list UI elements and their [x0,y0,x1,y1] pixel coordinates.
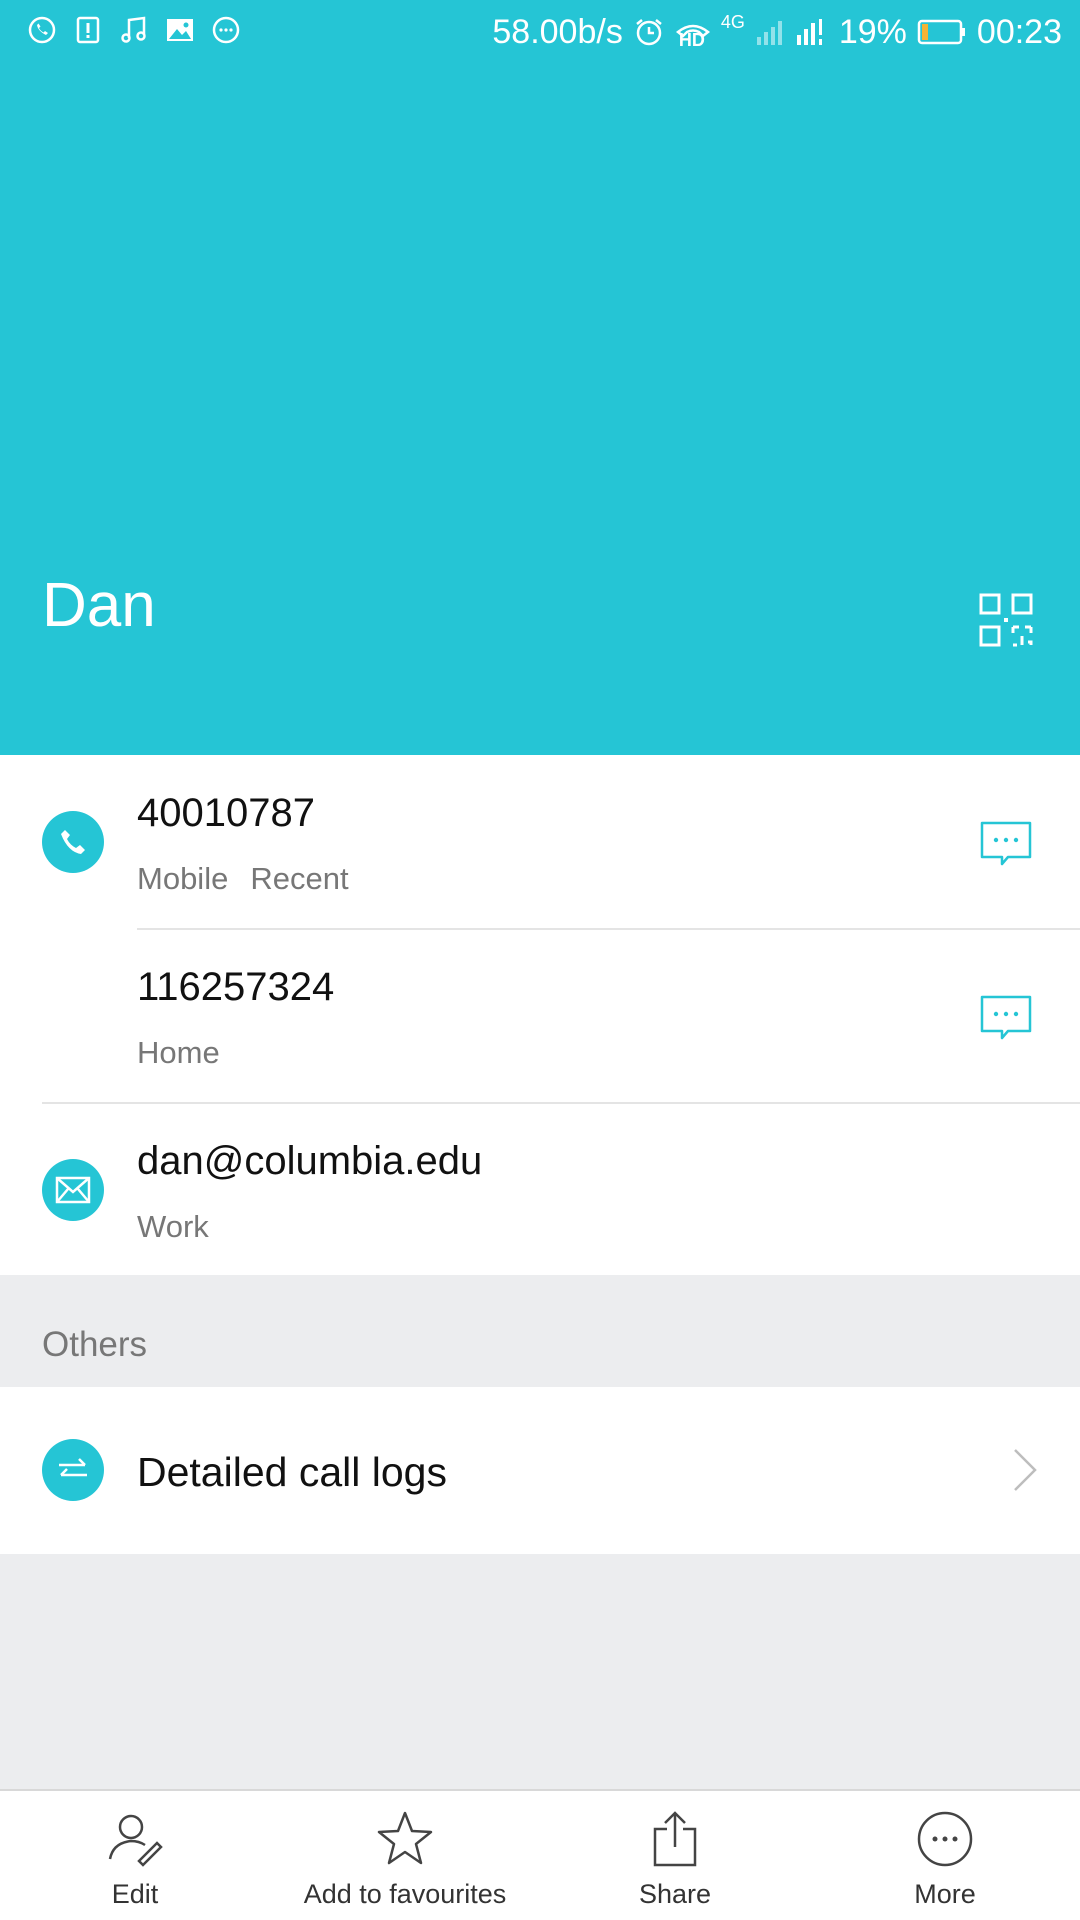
network-type: 4G [720,12,745,32]
clock: 00:23 [976,12,1062,51]
phone-icon [42,811,104,873]
share-icon [653,1811,697,1867]
section-title-others: Others [42,1325,148,1364]
bottom-action-bar: Edit Add to favourites Share More [0,1789,1080,1920]
phone-type: Home [137,1035,220,1070]
system-indicators: 58.00b/s HD 4G 19% 00:23 [492,10,1062,54]
phone-meta: Mobile Recent [137,861,349,897]
hd-label: HD [678,30,705,50]
whatsapp-icon [28,16,56,44]
more-button[interactable]: More [810,1791,1080,1920]
email-type: Work [137,1209,209,1244]
signal-sim1-icon [756,21,782,45]
phone-number: 116257324 [137,965,335,1009]
message-icon[interactable] [978,817,1034,873]
call-logs-icon [42,1439,104,1501]
phone-number: 40010787 [137,791,315,835]
alarm-icon [636,19,662,46]
more-notifications-icon [212,16,240,44]
signal-sim2-icon [796,19,822,45]
status-bar: 58.00b/s HD 4G 19% 00:23 [0,0,1080,64]
notification-icons [26,14,242,46]
edit-contact-icon [108,1814,163,1867]
alert-icon [76,16,100,44]
contact-header: 58.00b/s HD 4G 19% 00:23 Dan [0,0,1080,755]
more-label: More [914,1879,976,1909]
recent-tag: Recent [250,861,349,896]
phone-type: Mobile [137,861,229,896]
phone-row-mobile[interactable]: 40010787 Mobile Recent [0,755,1080,929]
email-row[interactable]: dan@columbia.edu Work [0,1103,1080,1277]
phone-row-home[interactable]: 116257324 Home [0,929,1080,1103]
battery-icon [917,19,965,45]
music-icon [121,16,146,43]
email-icon [42,1159,104,1221]
star-icon [377,1811,433,1865]
qr-code-icon[interactable] [978,592,1034,648]
contact-details-card: 40010787 Mobile Recent 116257324 Home dan… [0,755,1080,1275]
add-to-favourites-button[interactable]: Add to favourites [270,1791,540,1920]
net-speed: 58.00b/s [492,12,623,51]
hd-call-indicator: HD [675,12,711,52]
call-logs-row[interactable]: Detailed call logs [0,1387,1080,1554]
contact-name: Dan [42,571,156,640]
message-icon[interactable] [978,991,1034,1047]
edit-label: Edit [111,1879,159,1909]
battery-percent: 19% [838,12,907,51]
favourites-label: Add to favourites [303,1879,507,1909]
image-icon [167,19,193,41]
edit-button[interactable]: Edit [0,1791,270,1920]
more-icon [917,1811,973,1867]
call-logs-label: Detailed call logs [137,1449,447,1495]
share-label: Share [638,1879,712,1909]
chevron-right-icon [1014,1449,1037,1491]
share-button[interactable]: Share [540,1791,810,1920]
email-address: dan@columbia.edu [137,1139,483,1183]
